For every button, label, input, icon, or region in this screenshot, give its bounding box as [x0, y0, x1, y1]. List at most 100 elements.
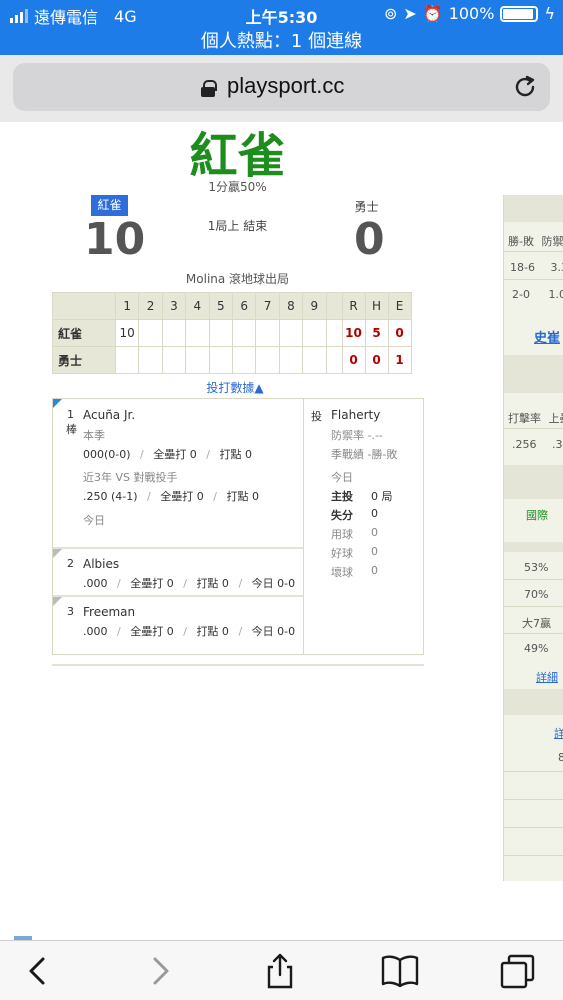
hotspot-banner[interactable]: 個人熱點：1 個連線 — [0, 27, 563, 53]
record-row: 18-6 3.3 — [510, 261, 563, 274]
batter-hr: 全壘打 0 — [130, 625, 174, 638]
vs-pitcher-label: 近3年 VS 對戰投手 — [83, 471, 178, 484]
forward-icon[interactable] — [140, 951, 180, 991]
row-divider — [504, 579, 563, 580]
intl-label[interactable]: 國際 — [526, 507, 563, 523]
address-bar[interactable]: playsport.cc — [13, 63, 550, 111]
team-cell: 勇士 — [52, 346, 116, 374]
last-play: Molina 滾地球出局 — [185, 272, 290, 286]
panel-divider — [303, 399, 304, 654]
pitcher-stat-label: 好球 — [331, 547, 353, 560]
batter-rbi: 打點 0 — [196, 577, 229, 590]
home-team-name[interactable]: 勇士 — [344, 198, 389, 215]
pitcher-stat-label: 壞球 — [331, 566, 353, 579]
wl-value: 2-0 — [512, 288, 530, 301]
pitcher-stat-label: 主投 — [331, 490, 353, 503]
inning-cell — [138, 346, 163, 374]
inning-cell — [255, 319, 280, 347]
batting-order-label: 棒 — [66, 423, 77, 436]
current-batter-marker — [53, 399, 62, 408]
col-header: 勝-敗 防禦 — [508, 233, 563, 249]
pitcher-stat-value: 0 — [371, 545, 378, 558]
inning-cell — [302, 319, 327, 347]
panel-band — [504, 542, 563, 552]
share-icon[interactable] — [260, 951, 300, 991]
batter-stats: .000 / 全壘打 0 / 打點 0 / 今日 0-0 — [83, 577, 296, 590]
away-score: 10 — [84, 214, 146, 265]
inning-cell — [278, 346, 304, 374]
pitcher-label: 投 — [311, 410, 322, 423]
batter-name[interactable]: Acuña Jr. — [83, 408, 135, 422]
vs-avg: .250 (4-1) — [83, 490, 138, 503]
hits-cell: 0 — [364, 346, 389, 374]
batter-name[interactable]: Albies — [83, 557, 119, 571]
row-divider — [504, 855, 563, 856]
batter-marker — [53, 597, 62, 606]
batter-card[interactable]: 2 Albies .000 / 全壘打 0 / 打點 0 / 今日 0-0 — [53, 549, 303, 595]
avg-value: .256 — [512, 438, 537, 451]
reload-icon[interactable] — [512, 74, 538, 100]
row-divider — [504, 606, 563, 607]
orientation-lock-icon: ⊚ — [383, 4, 398, 23]
linescore-header: 1 2 3 4 5 6 7 8 9 R H E — [52, 292, 412, 320]
home-score: 0 — [354, 214, 385, 265]
spacer-cell — [325, 319, 343, 347]
batter-hr: 全壘打 0 — [130, 577, 174, 590]
hits-cell: 5 — [364, 319, 389, 347]
batter-rbi: 打點 0 — [196, 625, 229, 638]
browser-toolbar — [0, 940, 563, 1000]
batter-name[interactable]: Freeman — [83, 605, 135, 619]
wl-header: 勝-敗 — [508, 235, 534, 248]
batter-card[interactable]: 1 棒 Acuña Jr. 本季 000(0-0) / 全壘打 0 / 打點 0… — [53, 399, 303, 547]
pitcher-stat-value: 0 局 — [371, 490, 393, 503]
season-label: 本季 — [83, 429, 105, 442]
tabs-icon[interactable] — [498, 951, 538, 991]
pct-value: 大7贏 — [522, 617, 551, 630]
pct-value: 70% — [524, 588, 549, 601]
number-value: 8 — [558, 751, 563, 764]
vs-pitcher-stats: .250 (4-1) / 全壘打 0 / 打點 0 — [83, 490, 259, 503]
stats-toggle-link[interactable]: 投打數據▲ — [170, 379, 300, 396]
inning-status: 1局上 結束 — [207, 219, 268, 233]
panel-band — [504, 195, 563, 222]
pitcher-today-label: 今日 — [331, 471, 353, 484]
header-cell: 7 — [255, 292, 280, 320]
errors-cell: 0 — [387, 319, 412, 347]
pct-value: 49% — [524, 642, 549, 655]
batter-avg: .000 — [83, 625, 108, 638]
batter-today: 今日 0-0 — [251, 577, 296, 590]
inning-cell — [185, 319, 210, 347]
pitcher-stat-label: 用球 — [331, 528, 353, 541]
side-panel: 勝-敗 防禦 18-6 3.3 2-0 1.0 史崔 打擊率 上壘 .256 .… — [503, 195, 563, 881]
spacer-cell — [325, 292, 343, 320]
pitcher-link[interactable]: 史崔 — [534, 327, 563, 346]
back-icon[interactable] — [18, 951, 58, 991]
era-header: 防禦 — [541, 235, 563, 248]
batter-marker — [53, 549, 62, 558]
alarm-icon: ⏰ — [422, 4, 443, 23]
url-text[interactable]: playsport.cc — [227, 73, 344, 99]
pitcher-name[interactable]: Flaherty — [331, 408, 380, 422]
season-avg: 000(0-0) — [83, 448, 131, 461]
batter-card[interactable]: 3 Freeman .000 / 全壘打 0 / 打點 0 / 今日 0-0 — [53, 597, 303, 643]
batter-today: 今日 0-0 — [251, 625, 296, 638]
vs-hr: 全壘打 0 — [160, 490, 204, 503]
away-team-badge[interactable]: 紅雀 — [91, 195, 128, 216]
pitcher-stat-value: 0 — [371, 526, 378, 539]
header-cell: 5 — [208, 292, 233, 320]
batting-order: 2 — [67, 557, 74, 570]
batting-order: 1 — [67, 408, 74, 421]
status-icons: ⊚ ➤ ⏰ 100% ϟ — [384, 4, 555, 23]
row-divider — [504, 428, 563, 429]
header-cell: 9 — [302, 292, 327, 320]
browser-address-area: playsport.cc — [0, 55, 563, 122]
detail-link-2[interactable]: 詳 — [554, 725, 563, 741]
batter-stats: .000 / 全壘打 0 / 打點 0 / 今日 0-0 — [83, 625, 296, 638]
inning-cell — [231, 319, 257, 347]
inning-cell — [161, 346, 187, 374]
detail-link[interactable]: 詳細 — [536, 669, 563, 685]
row-divider — [504, 771, 563, 772]
section-divider — [52, 664, 424, 666]
panel-band — [504, 355, 563, 393]
bookmarks-icon[interactable] — [380, 951, 420, 991]
